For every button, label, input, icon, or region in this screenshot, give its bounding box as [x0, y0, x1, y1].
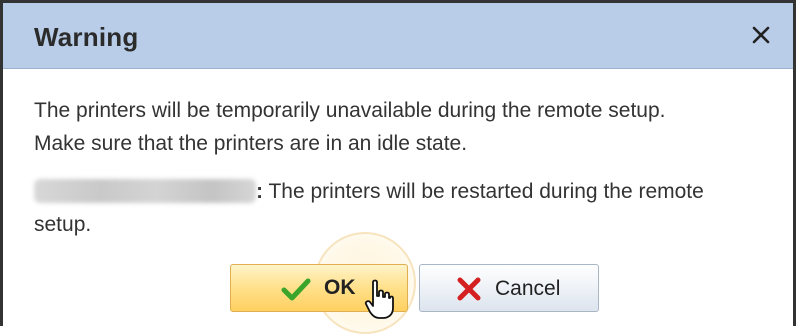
restart-text: The printers will be restarted during th…	[263, 180, 704, 203]
mouse-cursor-icon	[364, 278, 394, 327]
ok-label: OK	[324, 276, 356, 299]
restart-line-1: : The printers will be restarted during …	[34, 175, 704, 208]
warning-message: The printers will be temporarily unavail…	[34, 94, 666, 160]
warning-dialog: Warning The printers will be temporarily…	[0, 0, 796, 334]
close-button[interactable]	[743, 17, 779, 53]
blurred-device-name	[34, 179, 256, 203]
checkmark-icon	[281, 277, 311, 307]
message-line-1: The printers will be temporarily unavail…	[34, 99, 666, 122]
cancel-button[interactable]: Cancel	[419, 264, 599, 312]
dialog-titlebar: Warning	[3, 3, 793, 69]
device-separator: :	[256, 180, 263, 203]
x-icon	[456, 277, 482, 307]
restart-message: : The printers will be restarted during …	[34, 175, 704, 241]
message-line-2: Make sure that the printers are in an id…	[34, 132, 468, 155]
close-icon	[752, 26, 770, 44]
cancel-label: Cancel	[495, 277, 561, 300]
dialog-title: Warning	[34, 22, 139, 52]
